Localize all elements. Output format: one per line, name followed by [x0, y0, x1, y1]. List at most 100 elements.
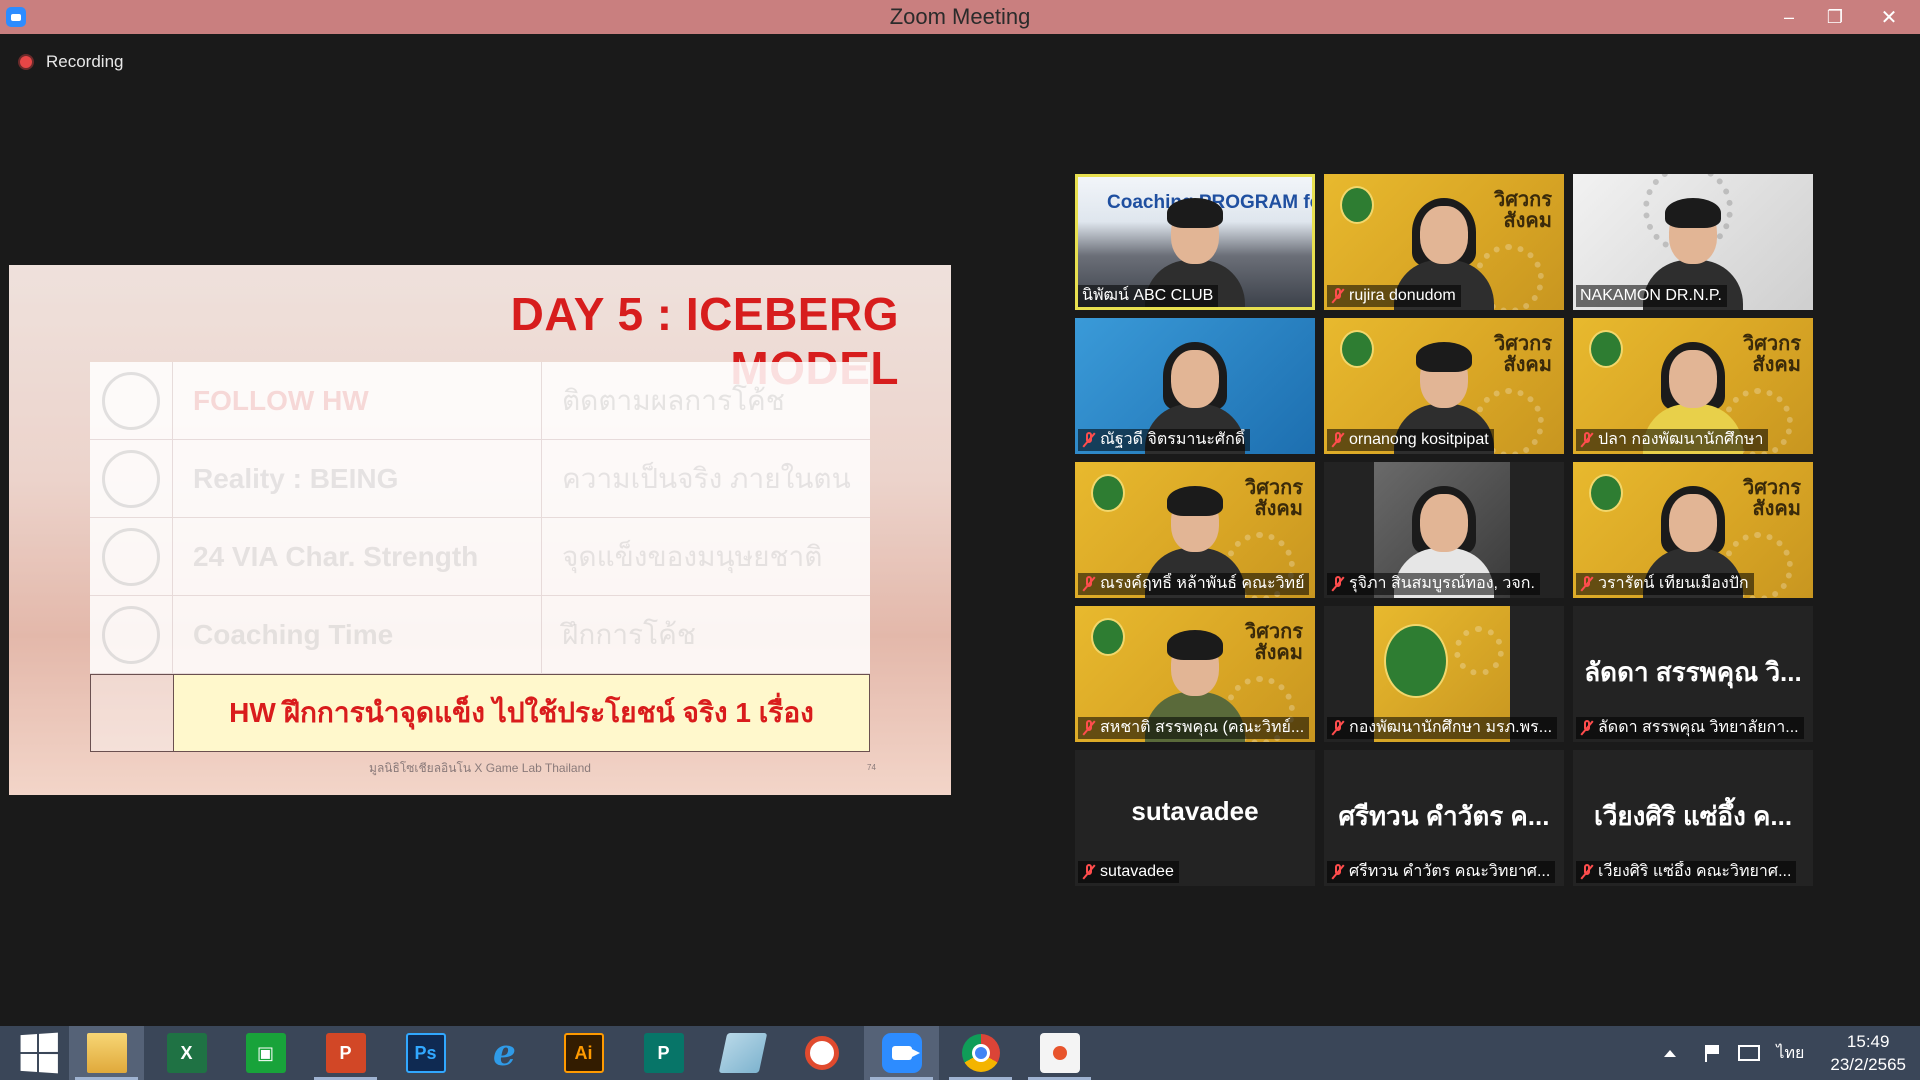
- windows-taskbar: X ▣ P Ps e Ai P ไทย 15:49 23/2/2565: [0, 1026, 1920, 1080]
- mic-muted-icon: [1580, 864, 1594, 880]
- mic-muted-icon: [1082, 720, 1096, 736]
- slide-homework-row: HW ฝึกการนำจุดแข็ง ไปใช้ประโยชน์ จริง 1 …: [90, 674, 870, 752]
- action-center-flag-icon[interactable]: [1702, 1044, 1722, 1062]
- network-icon[interactable]: [1738, 1045, 1761, 1061]
- taskbar-excel[interactable]: X: [149, 1026, 224, 1080]
- slide-homework-text: HW ฝึกการนำจุดแข็ง ไปใช้ประโยชน์ จริง 1 …: [174, 675, 869, 751]
- participant-tile[interactable]: วิศวกร สังคม ornanong kositpipat: [1324, 318, 1564, 454]
- participant-name-label: กองพัฒนานักศึกษา มรภ.พร...: [1327, 717, 1558, 739]
- taskbar-internet-explorer[interactable]: e: [467, 1026, 542, 1080]
- taskbar-publisher[interactable]: P: [626, 1026, 701, 1080]
- participant-name-label: rujira donudom: [1327, 285, 1461, 307]
- mic-muted-icon: [1331, 432, 1345, 448]
- participant-name-label: วรารัตน์ เทียนเมืองปัก: [1576, 573, 1754, 595]
- university-seal-icon: [1589, 330, 1623, 368]
- participant-tile[interactable]: Coaching PROGRAM for Lecturer นิพัฒน์ AB…: [1075, 174, 1315, 310]
- store-icon: ▣: [245, 1033, 286, 1073]
- participant-tile[interactable]: ศรีทวน คำวัตร ค... ศรีทวน คำวัตร คณะวิทย…: [1324, 750, 1564, 886]
- mic-muted-icon: [1082, 576, 1096, 592]
- participant-tile[interactable]: รุจิภา สินสมบูรณ์ทอง, วจก.: [1324, 462, 1564, 598]
- clock[interactable]: 15:49 23/2/2565: [1830, 1030, 1906, 1076]
- slide-row-th: ฝึกการโค้ช: [562, 618, 696, 650]
- participant-tile[interactable]: NAKAMON DR.N.P.: [1573, 174, 1813, 310]
- participant-tile[interactable]: วิศวกร สังคม rujira donudom: [1324, 174, 1564, 310]
- participant-tile[interactable]: กองพัฒนานักศึกษา มรภ.พร...: [1324, 606, 1564, 742]
- record-dot-icon: [18, 54, 34, 70]
- photoscape-icon: [804, 1036, 839, 1070]
- mic-muted-icon: [1082, 864, 1096, 880]
- participant-tile[interactable]: วิศวกร สังคม สหชาติ สรรพคุณ (คณะวิทย์...: [1075, 606, 1315, 742]
- slide-row-th: จุดแข็งของมนุษยชาติ: [562, 540, 823, 572]
- publisher-icon: P: [643, 1033, 684, 1073]
- folder-icon: [86, 1033, 127, 1073]
- photoshop-icon: Ps: [405, 1033, 446, 1073]
- internet-explorer-icon: e: [493, 1032, 516, 1074]
- clock-icon: [102, 527, 160, 586]
- university-seal-icon: [1091, 474, 1125, 512]
- illustrator-icon: Ai: [563, 1033, 604, 1073]
- powerpoint-icon: P: [325, 1033, 366, 1073]
- taskbar-powerpoint[interactable]: P: [308, 1026, 383, 1080]
- taskbar-file-explorer[interactable]: [69, 1026, 144, 1080]
- participant-name-label: ปลา กองพัฒนานักศึกษา: [1576, 429, 1769, 451]
- participant-display-name: ศรีทวน คำวัตร ค...: [1338, 801, 1550, 831]
- chrome-icon: [961, 1034, 1000, 1072]
- shared-screen: DAY 5 : ICEBERG MODEL FOLLOW HW ติดตามผล…: [9, 265, 951, 795]
- clock-date: 23/2/2565: [1830, 1055, 1906, 1074]
- participant-tile[interactable]: วิศวกร สังคม วรารัตน์ เทียนเมืองปัก: [1573, 462, 1813, 598]
- start-button[interactable]: [0, 1026, 75, 1080]
- zoom-icon: [881, 1033, 922, 1073]
- taskbar-photoshop[interactable]: Ps: [388, 1026, 463, 1080]
- slide-row-en: Coaching Time: [173, 596, 542, 673]
- mic-muted-icon: [1331, 288, 1345, 304]
- recording-indicator[interactable]: Recording: [18, 52, 124, 72]
- participant-name-label: เวียงศิริ แซ่อึ้ง คณะวิทยาศ...: [1576, 861, 1797, 883]
- participant-name-label: sutavadee: [1078, 861, 1179, 883]
- slide-row-en: Reality : BEING: [173, 440, 542, 517]
- show-hidden-icons-chevron-icon[interactable]: [1664, 1049, 1677, 1057]
- taskbar-illustrator[interactable]: Ai: [546, 1026, 621, 1080]
- participant-tile[interactable]: วิศวกร สังคม ปลา กองพัฒนานักศึกษา: [1573, 318, 1813, 454]
- close-button[interactable]: ✕: [1858, 0, 1920, 34]
- window-controls: – ❐ ✕: [1766, 0, 1920, 34]
- university-seal-icon: [1384, 624, 1448, 698]
- slide-agenda-table: FOLLOW HW ติดตามผลการโค้ช Reality : BEIN…: [90, 362, 870, 752]
- slide-row: FOLLOW HW ติดตามผลการโค้ช: [90, 362, 870, 440]
- participant-tile[interactable]: ลัดดา สรรพคุณ วิ... ลัดดา สรรพคุณ วิทยาล…: [1573, 606, 1813, 742]
- slide-row: Coaching Time ฝึกการโค้ช: [90, 596, 870, 674]
- participant-name-label: ณัฐวดี จิตรมานะศักดิ์: [1078, 429, 1251, 451]
- input-language[interactable]: ไทย: [1776, 1041, 1804, 1066]
- system-tray: ไทย 15:49 23/2/2565: [1646, 1026, 1920, 1080]
- participant-name-label: NAKAMON DR.N.P.: [1576, 285, 1727, 307]
- slide-row-en: 24 VIA Char. Strength: [173, 518, 542, 595]
- university-seal-icon: [1340, 186, 1374, 224]
- excel-icon: X: [166, 1033, 207, 1073]
- mic-muted-icon: [1580, 576, 1594, 592]
- title-bar: Zoom Meeting – ❐ ✕: [0, 0, 1920, 34]
- taskbar-store[interactable]: ▣: [228, 1026, 303, 1080]
- participant-display-name: ลัดดา สรรพคุณ วิ...: [1584, 657, 1802, 687]
- participant-name-label: ณรงค์ฤทธิ์ หล้าพันธ์ คณะวิทย์: [1078, 573, 1310, 595]
- window-title: Zoom Meeting: [889, 4, 1031, 29]
- windows-logo-icon: [20, 1032, 58, 1074]
- notes-icon: [718, 1033, 767, 1073]
- university-seal-icon: [1340, 330, 1374, 368]
- taskbar-chrome[interactable]: [943, 1026, 1018, 1080]
- taskbar-photoscape[interactable]: [784, 1026, 859, 1080]
- restore-button[interactable]: ❐: [1812, 0, 1858, 34]
- presentation-app-icon: [1039, 1033, 1080, 1073]
- taskbar-pinpoint[interactable]: [1022, 1026, 1097, 1080]
- participant-tile[interactable]: เวียงศิริ แซ่อึ้ง ค... เวียงศิริ แซ่อึ้ง…: [1573, 750, 1813, 886]
- clock-icon: [102, 605, 160, 664]
- participant-tile[interactable]: วิศวกร สังคม ณรงค์ฤทธิ์ หล้าพันธ์ คณะวิท…: [1075, 462, 1315, 598]
- slide-row: 24 VIA Char. Strength จุดแข็งของมนุษยชาต…: [90, 518, 870, 596]
- participant-tile[interactable]: sutavadee sutavadee: [1075, 750, 1315, 886]
- minimize-button[interactable]: –: [1766, 0, 1812, 34]
- university-seal-icon: [1091, 618, 1125, 656]
- slide-row: Reality : BEING ความเป็นจริง ภายในตน: [90, 440, 870, 518]
- taskbar-notes[interactable]: [705, 1026, 780, 1080]
- participant-tile[interactable]: ณัฐวดี จิตรมานะศักดิ์: [1075, 318, 1315, 454]
- mic-muted-icon: [1331, 864, 1345, 880]
- taskbar-zoom[interactable]: [864, 1026, 939, 1080]
- participant-display-name: เวียงศิริ แซ่อึ้ง ค...: [1593, 801, 1793, 831]
